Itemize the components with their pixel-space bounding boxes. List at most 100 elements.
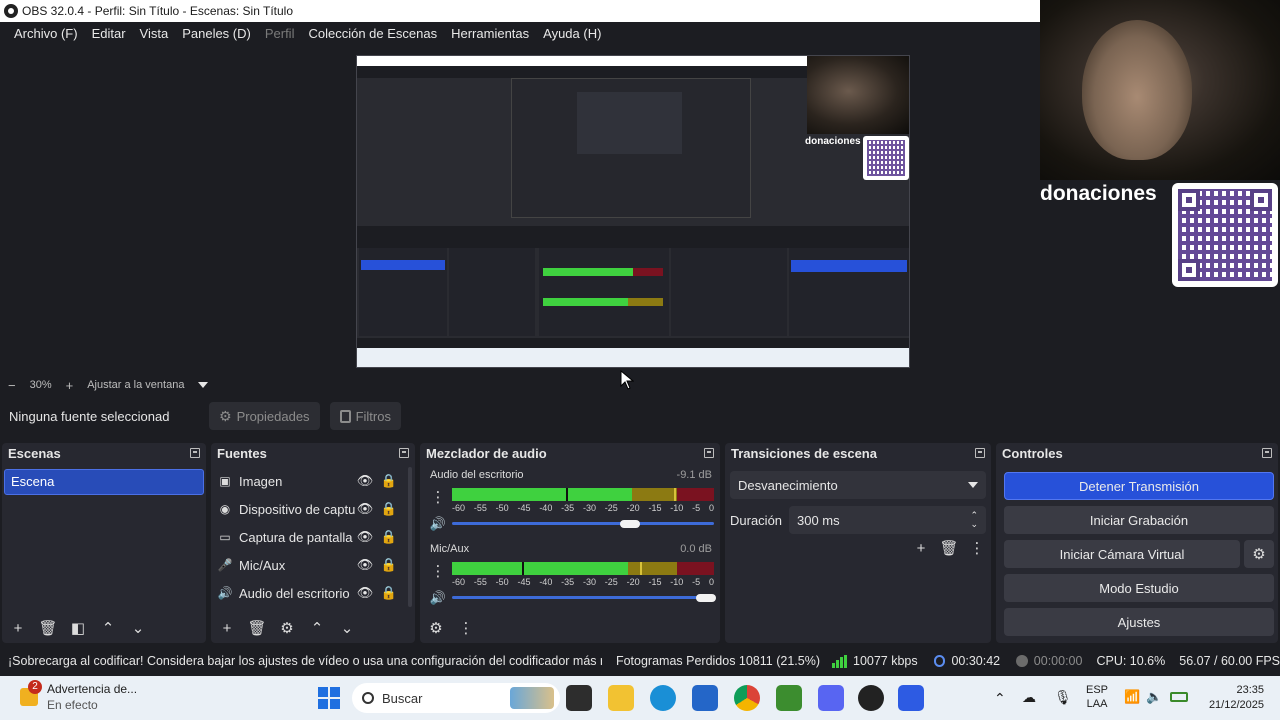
- zoom-out-icon[interactable]: −: [8, 378, 16, 393]
- search-icon: [362, 692, 374, 704]
- audio-settings-icon[interactable]: ⚙: [428, 620, 444, 636]
- clock[interactable]: 23:35 21/12/2025: [1200, 683, 1264, 713]
- battery-icon[interactable]: [1170, 692, 1188, 702]
- filters-button[interactable]: Filtros: [329, 402, 401, 430]
- trash-icon[interactable]: 🗑: [939, 540, 958, 556]
- preview-canvas[interactable]: donaciones: [356, 55, 910, 368]
- properties-button[interactable]: ⚙ Propiedades: [209, 402, 320, 430]
- source-item-desktop-audio[interactable]: 🔊 Audio del escritorio 👁 🔒: [211, 579, 405, 607]
- sources-scrollbar[interactable]: [408, 467, 412, 607]
- studio-mode-button[interactable]: Modo Estudio: [1004, 574, 1274, 602]
- wifi-icon[interactable]: 📶: [1124, 689, 1140, 705]
- microphone-icon[interactable]: 🎙: [1054, 689, 1072, 706]
- source-item-screen-capture[interactable]: ▭ Captura de pantalla 👁 🔒: [211, 523, 405, 551]
- eye-icon[interactable]: 👁: [357, 473, 374, 489]
- edge-icon[interactable]: [650, 685, 676, 711]
- signal-icon: [832, 654, 847, 668]
- lock-icon[interactable]: 🔒: [381, 585, 397, 601]
- file-explorer-icon[interactable]: [608, 685, 634, 711]
- source-item-mic[interactable]: 🎤 Mic/Aux 👁 🔒: [211, 551, 405, 579]
- eye-icon[interactable]: 👁: [357, 585, 374, 601]
- image-icon: ▣: [219, 474, 231, 488]
- volume-icon[interactable]: 🔈: [1146, 689, 1162, 705]
- chevron-up-icon[interactable]: ⌃: [309, 620, 325, 636]
- kebab-menu-icon[interactable]: ⋮: [430, 563, 446, 579]
- menu-docks[interactable]: Paneles (D): [175, 22, 258, 46]
- source-item-capture-device[interactable]: ◉ Dispositivo de captu 👁 🔒: [211, 495, 405, 523]
- chrome-icon[interactable]: [734, 685, 760, 711]
- bitrate: 10077 kbps: [853, 654, 918, 668]
- chevron-down-icon[interactable]: ⌄: [339, 620, 355, 636]
- zoom-dropdown-icon[interactable]: [198, 382, 209, 388]
- lock-icon[interactable]: 🔒: [381, 473, 397, 489]
- menu-tools[interactable]: Herramientas: [444, 22, 536, 46]
- filter-icon[interactable]: ◧: [70, 620, 86, 636]
- speaker-icon[interactable]: 🔊: [430, 589, 446, 605]
- stepper-icon[interactable]: ⌃ ⌄: [970, 511, 978, 529]
- fit-to-window[interactable]: Ajustar a la ventana: [87, 379, 184, 391]
- add-icon[interactable]: +: [913, 540, 929, 556]
- minecraft-icon[interactable]: [776, 685, 802, 711]
- transition-select[interactable]: Desvanecimiento: [730, 471, 986, 499]
- taskbar-search[interactable]: Buscar: [352, 683, 560, 713]
- volume-slider[interactable]: [452, 596, 714, 599]
- store-icon[interactable]: [692, 685, 718, 711]
- zoom-level: 30%: [29, 379, 52, 391]
- windows-start-icon[interactable]: [316, 685, 342, 711]
- donation-label: donaciones: [1040, 182, 1157, 205]
- taskbar: 2 Advertencia de... En efecto Buscar ⌃ ☁…: [0, 676, 1280, 720]
- tray-expand-icon[interactable]: ⌃: [994, 690, 1006, 707]
- kebab-menu-icon[interactable]: ⋮: [458, 620, 474, 636]
- volume-slider[interactable]: [452, 522, 714, 525]
- filter-icon: [339, 409, 351, 423]
- virtual-camera-settings-button[interactable]: ⚙: [1244, 540, 1274, 568]
- kebab-menu-icon[interactable]: ⋮: [969, 540, 985, 556]
- kebab-menu-icon[interactable]: ⋮: [430, 489, 446, 505]
- gear-icon[interactable]: ⚙: [279, 620, 295, 636]
- undock-icon[interactable]: [704, 448, 714, 458]
- chevron-up-icon[interactable]: ⌃: [100, 620, 116, 636]
- discord-icon[interactable]: [818, 685, 844, 711]
- eye-icon[interactable]: 👁: [357, 557, 374, 573]
- obs-taskbar-icon[interactable]: [858, 685, 884, 711]
- menu-view[interactable]: Vista: [133, 22, 176, 46]
- source-item-image[interactable]: ▣ Imagen 👁 🔒: [211, 467, 405, 495]
- settings-button[interactable]: Ajustes: [1004, 608, 1274, 636]
- add-icon[interactable]: +: [10, 620, 26, 636]
- scene-item[interactable]: Escena: [4, 469, 204, 495]
- chevron-down-icon[interactable]: ⌄: [130, 620, 146, 636]
- mixer-channel-desktop: Audio del escritorio -9.1 dB ⋮ -60 -55 -50…: [429, 469, 714, 531]
- lock-icon[interactable]: 🔒: [381, 529, 397, 545]
- duration-field[interactable]: 300 ms ⌃ ⌄: [789, 506, 986, 534]
- app-icon[interactable]: [898, 685, 924, 711]
- sources-dock: Fuentes ▣ Imagen 👁 🔒 ◉ Dispositivo de ca…: [211, 443, 415, 643]
- menu-help[interactable]: Ayuda (H): [536, 22, 608, 46]
- volume-slider-handle[interactable]: [620, 520, 640, 528]
- eye-icon[interactable]: 👁: [357, 529, 374, 545]
- notification-widget[interactable]: 2 Advertencia de... En efecto: [18, 680, 168, 716]
- undock-icon[interactable]: [399, 448, 409, 458]
- language-indicator[interactable]: ESP LAA: [1086, 683, 1108, 711]
- cloud-icon[interactable]: ☁: [1022, 689, 1036, 706]
- menu-file[interactable]: Archivo (F): [7, 22, 85, 46]
- undock-icon[interactable]: [190, 448, 200, 458]
- speaker-icon[interactable]: 🔊: [430, 515, 446, 531]
- eye-icon[interactable]: 👁: [357, 501, 374, 517]
- zoom-in-icon[interactable]: +: [66, 378, 74, 393]
- add-icon[interactable]: +: [219, 620, 235, 636]
- no-source-label: Ninguna fuente seleccionad: [9, 408, 170, 424]
- lock-icon[interactable]: 🔒: [381, 557, 397, 573]
- start-recording-button[interactable]: Iniciar Grabación: [1004, 506, 1274, 534]
- menu-scene-collection[interactable]: Colección de Escenas: [301, 22, 444, 46]
- undock-icon[interactable]: [1262, 448, 1272, 458]
- volume-meter: [452, 488, 714, 501]
- undock-icon[interactable]: [975, 448, 985, 458]
- volume-slider-handle[interactable]: [696, 594, 716, 602]
- lock-icon[interactable]: 🔒: [381, 501, 397, 517]
- trash-icon[interactable]: 🗑: [38, 620, 57, 636]
- start-virtual-camera-button[interactable]: Iniciar Cámara Virtual: [1004, 540, 1240, 568]
- trash-icon[interactable]: 🗑: [247, 620, 266, 636]
- task-view-icon[interactable]: [566, 685, 592, 711]
- stop-streaming-button[interactable]: Detener Transmisión: [1004, 472, 1274, 500]
- menu-edit[interactable]: Editar: [85, 22, 133, 46]
